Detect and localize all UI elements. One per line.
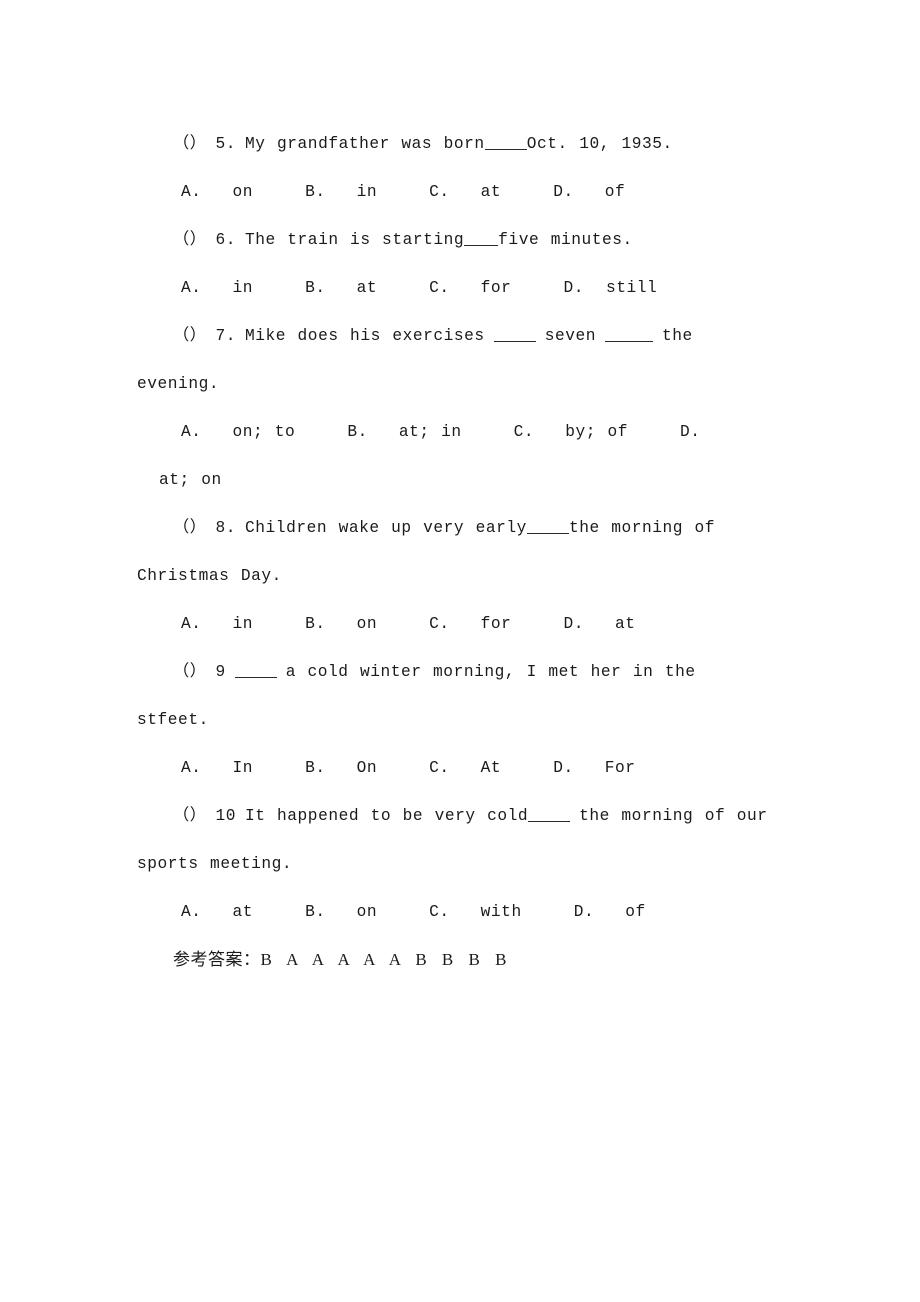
option-10-d-letter[interactable]: D. bbox=[552, 888, 595, 936]
option-7-d-letter[interactable]: D. bbox=[658, 408, 701, 456]
option-6-a-value[interactable]: in bbox=[211, 264, 254, 312]
question-marker-10: （） bbox=[173, 807, 207, 825]
options-row-5: A. on B. in C. at D. of bbox=[137, 168, 777, 216]
option-9-a-letter[interactable]: A. bbox=[159, 744, 202, 792]
answer-blank-9[interactable] bbox=[234, 664, 277, 678]
question-text-after-6: five minutes. bbox=[498, 231, 633, 249]
option-8-a-letter[interactable]: A. bbox=[159, 600, 202, 648]
option-6-d-letter[interactable]: D. bbox=[541, 264, 584, 312]
option-7-d-value[interactable]: at; on bbox=[137, 456, 222, 504]
question-number-6: 6. bbox=[215, 231, 237, 249]
answer-blank-10[interactable] bbox=[528, 808, 571, 822]
question-stem-9: （） 9 a cold winter morning, I met her in t… bbox=[137, 648, 777, 744]
option-10-b-letter[interactable]: B. bbox=[283, 888, 326, 936]
question-text-before-7: Mike does his exercises bbox=[245, 327, 485, 345]
question-text-before-6: The train is starting bbox=[245, 231, 465, 249]
option-6-d-value[interactable]: still bbox=[584, 264, 657, 312]
option-9-d-letter[interactable]: D. bbox=[531, 744, 574, 792]
question-text-after-5: Oct. 10, 1935. bbox=[526, 135, 673, 153]
option-10-b-value[interactable]: on bbox=[335, 888, 378, 936]
question-stem-10: （） 10 It happened to be very cold the morni… bbox=[137, 792, 777, 888]
answer-key-label: 参考答案： bbox=[173, 950, 261, 969]
question-number-10: 10 bbox=[215, 807, 237, 825]
question-stem-5: （） 5. My grandfather was born Oct. 10, 1935… bbox=[137, 120, 777, 168]
option-10-c-letter[interactable]: C. bbox=[407, 888, 450, 936]
question-marker-7: （） bbox=[173, 327, 207, 345]
answer-blank-8[interactable] bbox=[526, 520, 569, 534]
option-6-a-letter[interactable]: A. bbox=[159, 264, 202, 312]
answer-key-line: 参考答案：B A A A A A B B B B bbox=[137, 936, 777, 984]
option-8-c-value[interactable]: for bbox=[459, 600, 512, 648]
option-5-b-value[interactable]: in bbox=[335, 168, 378, 216]
question-marker-5: （） bbox=[173, 135, 207, 153]
answer-blank-7-first[interactable] bbox=[493, 328, 536, 342]
options-row-7: A. on; to B. at; in C. by; of D. at; on bbox=[137, 408, 777, 504]
option-10-a-value[interactable]: at bbox=[211, 888, 254, 936]
answer-blank-7-second[interactable] bbox=[605, 328, 654, 342]
question-number-7: 7. bbox=[215, 327, 237, 345]
option-9-a-value[interactable]: In bbox=[211, 744, 254, 792]
option-10-d-value[interactable]: of bbox=[603, 888, 646, 936]
option-8-a-value[interactable]: in bbox=[211, 600, 254, 648]
option-7-c-value[interactable]: by; of bbox=[543, 408, 628, 456]
question-text-before-8: Children wake up very early bbox=[245, 519, 527, 537]
option-5-c-letter[interactable]: C. bbox=[407, 168, 450, 216]
exercise-content: （） 5. My grandfather was born Oct. 10, 1935… bbox=[137, 120, 777, 984]
option-9-c-letter[interactable]: C. bbox=[407, 744, 450, 792]
option-8-b-letter[interactable]: B. bbox=[283, 600, 326, 648]
question-marker-8: （） bbox=[173, 519, 207, 537]
option-5-d-letter[interactable]: D. bbox=[531, 168, 574, 216]
option-9-d-value[interactable]: For bbox=[583, 744, 636, 792]
answer-blank-5[interactable] bbox=[484, 136, 527, 150]
option-7-a-value[interactable]: on; to bbox=[211, 408, 296, 456]
option-8-d-value[interactable]: at bbox=[593, 600, 636, 648]
document-page: （） 5. My grandfather was born Oct. 10, 1935… bbox=[0, 0, 920, 1302]
answer-key-values: B A A A A A B B B B bbox=[260, 950, 512, 969]
option-6-c-letter[interactable]: C. bbox=[407, 264, 450, 312]
option-10-c-value[interactable]: with bbox=[459, 888, 522, 936]
options-row-8: A. in B. on C. for D. at bbox=[137, 600, 777, 648]
option-6-c-value[interactable]: for bbox=[459, 264, 512, 312]
option-7-b-letter[interactable]: B. bbox=[325, 408, 368, 456]
option-5-a-value[interactable]: on bbox=[211, 168, 254, 216]
question-stem-7: （） 7. Mike does his exercises seven the even… bbox=[137, 312, 777, 408]
options-row-10: A. at B. on C. with D. of bbox=[137, 888, 777, 936]
answer-blank-6[interactable] bbox=[464, 232, 499, 246]
options-row-9: A. In B. On C. At D. For bbox=[137, 744, 777, 792]
option-5-c-value[interactable]: at bbox=[459, 168, 502, 216]
option-8-d-letter[interactable]: D. bbox=[541, 600, 584, 648]
question-stem-6: （） 6. The train is starting five minutes. bbox=[137, 216, 777, 264]
question-marker-9: （） bbox=[173, 663, 207, 681]
option-9-b-value[interactable]: On bbox=[335, 744, 378, 792]
option-7-c-letter[interactable]: C. bbox=[492, 408, 535, 456]
option-9-b-letter[interactable]: B. bbox=[283, 744, 326, 792]
question-text-middle-7: seven bbox=[544, 327, 597, 345]
option-8-c-letter[interactable]: C. bbox=[407, 600, 450, 648]
option-9-c-value[interactable]: At bbox=[459, 744, 502, 792]
options-row-6: A. in B. at C. for D. still bbox=[137, 264, 777, 312]
option-7-a-letter[interactable]: A. bbox=[159, 408, 202, 456]
option-5-a-letter[interactable]: A. bbox=[159, 168, 202, 216]
option-6-b-letter[interactable]: B. bbox=[283, 264, 326, 312]
option-10-a-letter[interactable]: A. bbox=[159, 888, 202, 936]
option-5-d-value[interactable]: of bbox=[583, 168, 626, 216]
question-text-before-5: My grandfather was born bbox=[245, 135, 485, 153]
option-6-b-value[interactable]: at bbox=[335, 264, 378, 312]
question-text-before-10: It happened to be very cold bbox=[245, 807, 529, 825]
question-marker-6: （） bbox=[173, 231, 207, 249]
option-8-b-value[interactable]: on bbox=[335, 600, 378, 648]
question-number-5: 5. bbox=[215, 135, 237, 153]
option-5-b-letter[interactable]: B. bbox=[283, 168, 326, 216]
option-7-b-value[interactable]: at; in bbox=[377, 408, 462, 456]
question-number-8: 8. bbox=[215, 519, 237, 537]
question-number-9: 9 bbox=[215, 663, 226, 681]
question-stem-8: （） 8. Children wake up very early the morni… bbox=[137, 504, 777, 600]
